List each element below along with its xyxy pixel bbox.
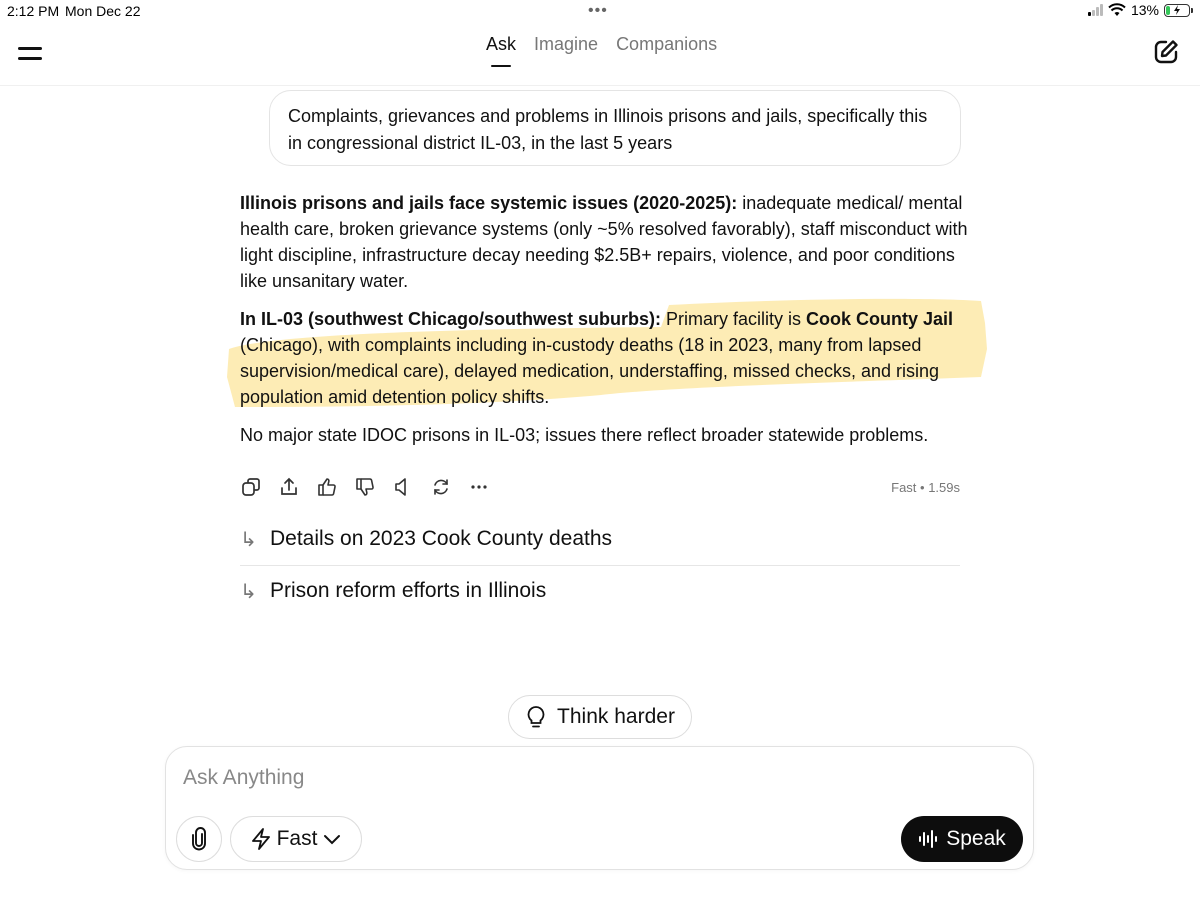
- think-harder-button[interactable]: Think harder: [508, 695, 692, 739]
- speak-label: Speak: [946, 827, 1006, 850]
- regenerate-button[interactable]: [430, 476, 452, 498]
- status-time: 2:12 PM: [7, 3, 60, 19]
- user-message-bubble: Complaints, grievances and problems in I…: [269, 90, 961, 166]
- attach-button[interactable]: [176, 816, 222, 862]
- new-chat-button[interactable]: [1152, 38, 1180, 66]
- answer-paragraph-1: Illinois prisons and jails face systemic…: [240, 190, 970, 294]
- thumbs-down-icon: [356, 478, 374, 496]
- tab-companions[interactable]: Companions: [616, 34, 717, 61]
- mode-tabs: Ask Imagine Companions: [486, 34, 717, 67]
- refresh-icon: [434, 479, 448, 495]
- response-meta: Fast • 1.59s: [891, 480, 960, 495]
- copy-button[interactable]: [240, 476, 262, 498]
- return-arrow-icon: ↳: [240, 580, 257, 603]
- compose-icon: [1154, 40, 1178, 64]
- followup-label: Prison reform efforts in Illinois: [270, 579, 547, 602]
- answer-text-2a: Primary facility is: [661, 309, 807, 329]
- followup-label: Details on 2023 Cook County deaths: [270, 527, 613, 550]
- multitasking-dots-icon[interactable]: •••: [588, 2, 608, 20]
- answer-paragraph-3: No major state IDOC prisons in IL-03; is…: [240, 425, 929, 445]
- thumbs-up-icon: [318, 478, 336, 496]
- thumbs-down-button[interactable]: [354, 476, 376, 498]
- answer-heading-1: Illinois prisons and jails face systemic…: [240, 193, 738, 213]
- battery-percent: 13%: [1130, 2, 1159, 18]
- share-icon: [281, 477, 297, 495]
- copy-icon: [242, 478, 260, 496]
- status-date: Mon Dec 22: [65, 3, 141, 19]
- followup-suggestion[interactable]: ↳ Prison reform efforts in Illinois: [240, 569, 960, 613]
- cellular-signal-icon: [1087, 4, 1103, 16]
- app-header: Ask Imagine Companions: [0, 24, 1200, 86]
- think-harder-label: Think harder: [557, 705, 675, 728]
- divider: [240, 565, 960, 566]
- speaker-icon: [395, 478, 406, 496]
- menu-button[interactable]: [18, 44, 44, 62]
- ask-input[interactable]: [183, 761, 883, 795]
- waveform-icon: [919, 830, 938, 848]
- battery-charging-icon: [1164, 3, 1193, 17]
- share-button[interactable]: [278, 476, 300, 498]
- tab-imagine[interactable]: Imagine: [534, 34, 598, 61]
- assistant-answer: Illinois prisons and jails face systemic…: [240, 190, 970, 460]
- return-arrow-icon: ↳: [240, 528, 257, 551]
- followup-suggestion[interactable]: ↳ Details on 2023 Cook County deaths: [240, 517, 960, 561]
- model-label: Fast: [276, 827, 318, 850]
- status-bar: 2:12 PM Mon Dec 22 ••• 13%: [0, 0, 1200, 24]
- thumbs-up-button[interactable]: [316, 476, 338, 498]
- wifi-icon: [1108, 3, 1126, 16]
- more-options-button[interactable]: [468, 476, 490, 498]
- answer-text-2b: (Chicago), with complaints including in-…: [240, 335, 940, 407]
- paperclip-icon: [192, 827, 206, 851]
- ellipsis-icon: [471, 485, 487, 489]
- answer-paragraph-2: In IL-03 (southwest Chicago/southwest su…: [240, 306, 970, 410]
- read-aloud-button[interactable]: [392, 476, 414, 498]
- response-actions: [240, 476, 490, 498]
- status-indicators: 13%: [1087, 2, 1193, 18]
- answer-heading-2: In IL-03 (southwest Chicago/southwest su…: [240, 309, 662, 329]
- tab-ask[interactable]: Ask: [486, 34, 516, 67]
- lightbulb-icon: [527, 706, 545, 728]
- facility-name: Cook County Jail: [806, 309, 954, 329]
- composer: Fast Speak: [165, 746, 1034, 870]
- speak-button[interactable]: Speak: [901, 816, 1023, 862]
- lightning-icon: [251, 828, 270, 850]
- chevron-down-icon: [324, 835, 341, 845]
- model-selector[interactable]: Fast: [230, 816, 362, 862]
